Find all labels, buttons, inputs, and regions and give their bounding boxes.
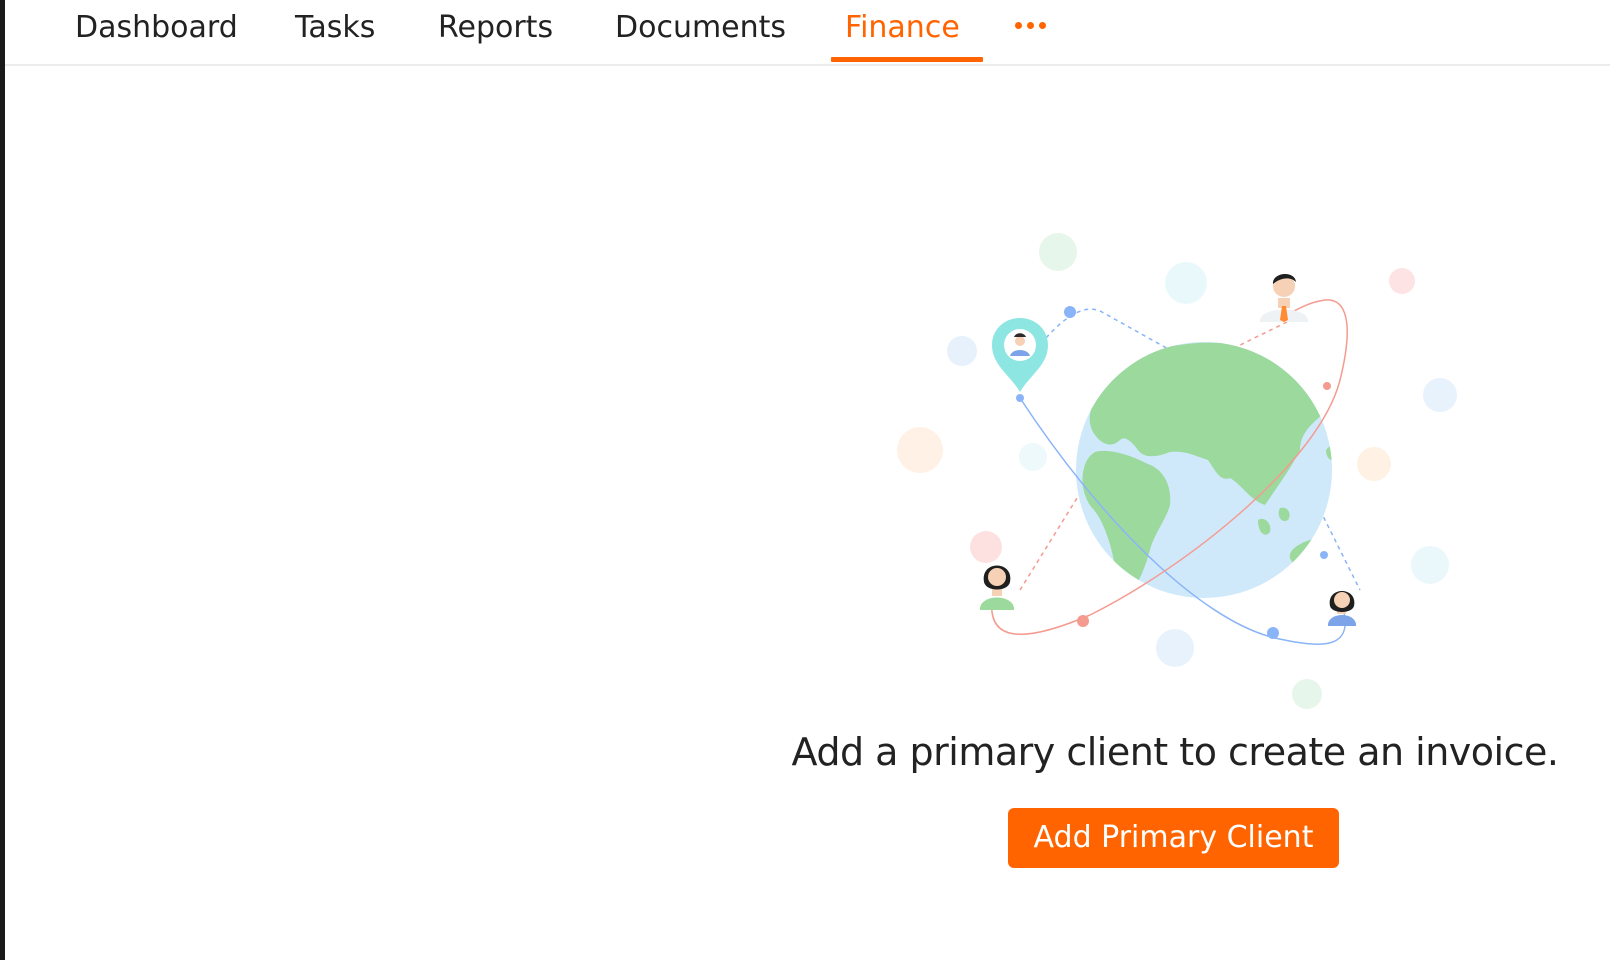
tab-documents[interactable]: Documents — [615, 8, 786, 48]
location-pin-icon — [992, 318, 1048, 392]
client-avatar-icon — [980, 565, 1014, 610]
globe — [1076, 342, 1332, 598]
tab-dashboard[interactable]: Dashboard — [75, 8, 238, 48]
empty-state-message: Add a primary client to create an invoic… — [791, 730, 1559, 774]
add-primary-client-button[interactable]: Add Primary Client — [1008, 808, 1339, 868]
tab-reports[interactable]: Reports — [438, 8, 553, 48]
globe-with-clients-illustration — [897, 233, 1457, 709]
top-nav-tabs: Dashboard Tasks Reports Documents Financ… — [5, 0, 1610, 66]
tab-tasks[interactable]: Tasks — [295, 8, 375, 48]
client-avatar-icon — [1260, 273, 1308, 322]
active-tab-indicator — [831, 57, 983, 62]
more-horizontal-icon[interactable] — [1013, 14, 1049, 38]
tab-finance[interactable]: Finance — [845, 8, 960, 48]
client-avatar-icon — [1328, 591, 1356, 626]
window-edge — [0, 0, 5, 960]
